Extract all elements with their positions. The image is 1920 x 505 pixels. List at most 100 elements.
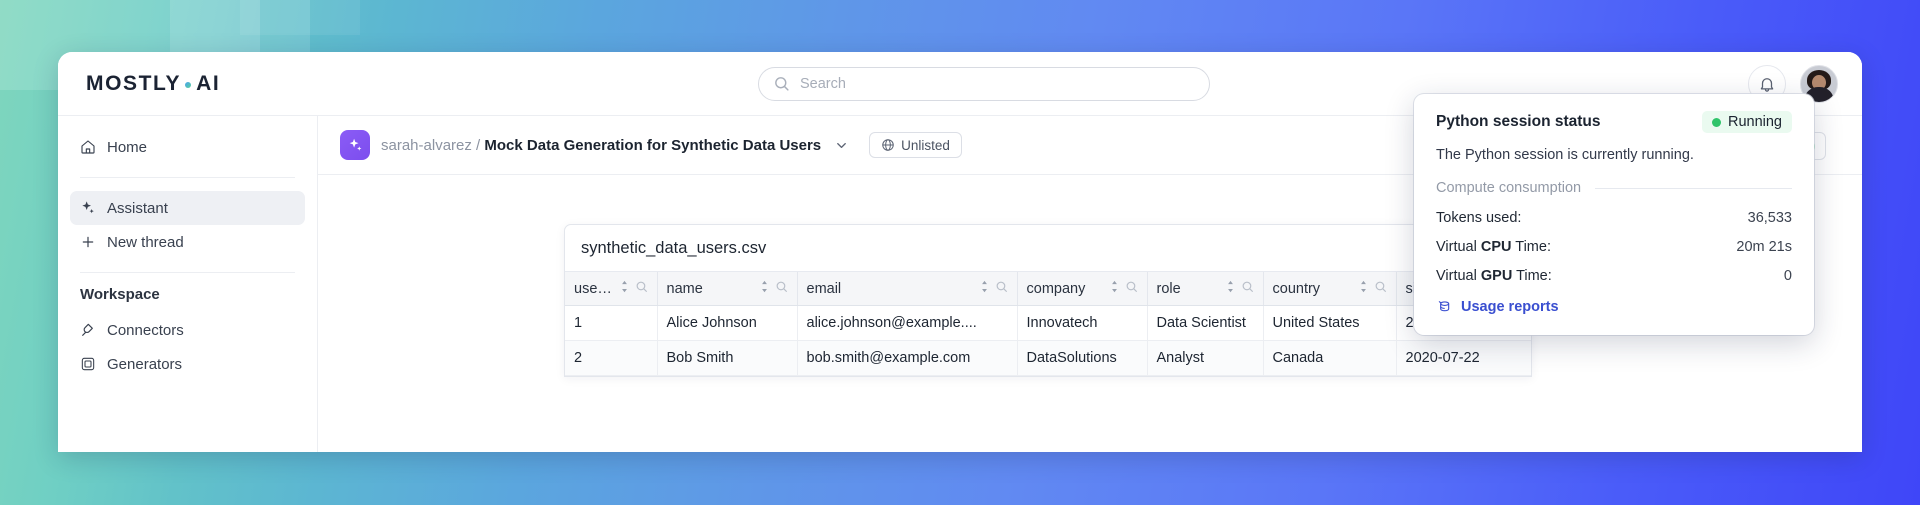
table-column-email[interactable]: email — [797, 272, 1018, 306]
sort-icon[interactable] — [1109, 280, 1120, 297]
ai-chip-icon — [80, 356, 96, 372]
popup-title: Python session status — [1436, 113, 1601, 130]
metric-virtual-cpu-time: Virtual CPU Time: 20m 21s — [1436, 239, 1792, 255]
search-container — [758, 66, 1210, 101]
sidebar-item-home[interactable]: Home — [70, 130, 305, 164]
column-label: role — [1156, 280, 1181, 297]
app-logo[interactable]: MOSTLY AI — [86, 72, 220, 96]
app-window: MOSTLY AI Search Home Assistant New thre… — [58, 52, 1862, 452]
thread-sparkle-icon — [340, 130, 370, 160]
column-label: user_id — [574, 280, 614, 297]
column-label: company — [1026, 280, 1086, 297]
metric-tokens-used: Tokens used: 36,533 — [1436, 210, 1792, 226]
sidebar-item-assistant-label: Assistant — [107, 199, 168, 217]
status-dot-icon — [1711, 117, 1721, 127]
cell-email: alice.johnson@example.... — [797, 305, 1018, 341]
cell-signup_date: 2020-07-22 — [1396, 340, 1531, 376]
cell-user_id: 1 — [565, 305, 658, 341]
sidebar-item-generators[interactable]: Generators — [70, 347, 305, 381]
popup-header: Python session status Running — [1436, 111, 1792, 133]
visibility-badge[interactable]: Unlisted — [869, 132, 962, 158]
sort-icon[interactable] — [759, 280, 770, 297]
column-search-icon[interactable] — [995, 280, 1008, 297]
metric-label: Virtual GPU Time: — [1436, 268, 1552, 284]
cell-name: Bob Smith — [657, 340, 798, 376]
column-search-icon[interactable] — [1374, 280, 1387, 297]
data-table-card: synthetic_data_users.csv user_id — [564, 224, 1532, 377]
popup-description: The Python session is currently running. — [1436, 147, 1694, 163]
sidebar-item-new-thread-label: New thread — [107, 233, 184, 251]
database-icon — [1436, 299, 1452, 315]
table-body: 1 Alice Johnson alice.johnson@example...… — [565, 305, 1531, 376]
table-row[interactable]: 1 Alice Johnson alice.johnson@example...… — [565, 305, 1531, 341]
cell-name: Alice Johnson — [657, 305, 798, 341]
table-row[interactable]: 2 Bob Smith bob.smith@example.com DataSo… — [565, 340, 1531, 376]
metric-label-bold: GPU — [1480, 268, 1513, 284]
cell-country: Canada — [1263, 340, 1397, 376]
background-shape-3 — [240, 0, 360, 35]
table-column-user_id[interactable]: user_id — [565, 272, 658, 306]
breadcrumb-text[interactable]: sarah-alvarez / Mock Data Generation for… — [381, 137, 821, 154]
column-search-icon[interactable] — [1241, 280, 1254, 297]
cell-user_id: 2 — [565, 340, 658, 376]
visibility-badge-label: Unlisted — [901, 137, 950, 153]
sidebar-item-generators-label: Generators — [107, 355, 183, 373]
metric-value: 20m 21s — [1736, 239, 1792, 255]
breadcrumb-title: Mock Data Generation for Synthetic Data … — [484, 136, 822, 154]
breadcrumb-owner: sarah-alvarez — [381, 136, 472, 154]
sort-icon[interactable] — [619, 280, 630, 297]
sidebar-item-connectors-label: Connectors — [107, 321, 184, 339]
cell-role: Analyst — [1147, 340, 1264, 376]
sidebar-section-workspace: Workspace — [80, 286, 160, 303]
sort-icon[interactable] — [979, 280, 990, 297]
sidebar-item-new-thread[interactable]: New thread — [70, 225, 305, 259]
column-label: email — [806, 280, 842, 297]
metric-label-suffix: Time: — [1511, 239, 1551, 255]
metric-label-prefix: Virtual — [1436, 268, 1481, 284]
python-session-popup: Python session status Running The Python… — [1414, 94, 1814, 335]
table-column-role[interactable]: role — [1147, 272, 1264, 306]
search-icon — [773, 75, 790, 92]
sidebar: Home Assistant New thread Workspace Conn… — [58, 115, 318, 452]
column-label: name — [666, 280, 703, 297]
search-box[interactable] — [758, 66, 1210, 101]
breadcrumb-separator: / — [476, 136, 481, 154]
sidebar-divider-1 — [80, 177, 295, 178]
metric-value: 0 — [1783, 268, 1792, 284]
cell-email: bob.smith@example.com — [797, 340, 1018, 376]
status-badge-label: Running — [1727, 114, 1782, 130]
table-column-country[interactable]: country — [1263, 272, 1397, 306]
sort-icon[interactable] — [1358, 280, 1369, 297]
metric-label-bold: CPU — [1480, 239, 1512, 255]
sidebar-item-connectors[interactable]: Connectors — [70, 313, 305, 347]
home-icon — [80, 139, 96, 155]
cell-company: Innovatech — [1017, 305, 1148, 341]
table-column-name[interactable]: name — [657, 272, 798, 306]
sort-icon[interactable] — [1225, 280, 1236, 297]
chevron-down-icon[interactable] — [834, 138, 849, 153]
column-search-icon[interactable] — [635, 280, 648, 297]
sidebar-item-assistant[interactable]: Assistant — [70, 191, 305, 225]
cell-role: Data Scientist — [1147, 305, 1264, 341]
table-column-company[interactable]: company — [1017, 272, 1148, 306]
column-label: country — [1272, 280, 1321, 297]
usage-reports-link[interactable]: Usage reports — [1436, 299, 1559, 315]
search-input[interactable] — [800, 75, 1195, 92]
data-table: user_id — [565, 272, 1531, 376]
metric-label: Tokens used: — [1436, 210, 1521, 226]
plug-icon — [80, 322, 96, 338]
sidebar-item-home-label: Home — [107, 138, 148, 156]
column-search-icon[interactable] — [1125, 280, 1138, 297]
table-header: user_id — [565, 272, 1531, 306]
compute-consumption-label: Compute consumption — [1436, 180, 1582, 196]
plus-icon — [80, 234, 96, 250]
metric-value: 36,533 — [1747, 210, 1792, 226]
logo-dot-icon — [185, 81, 192, 88]
column-search-icon[interactable] — [775, 280, 788, 297]
section-divider — [1595, 187, 1792, 189]
logo-text-mostly: MOSTLY — [86, 71, 182, 95]
table-header-row: user_id — [565, 272, 1531, 306]
sidebar-divider-2 — [80, 272, 295, 273]
metric-label-prefix: Virtual — [1436, 239, 1481, 255]
metric-label-prefix: Tokens used: — [1436, 210, 1522, 226]
